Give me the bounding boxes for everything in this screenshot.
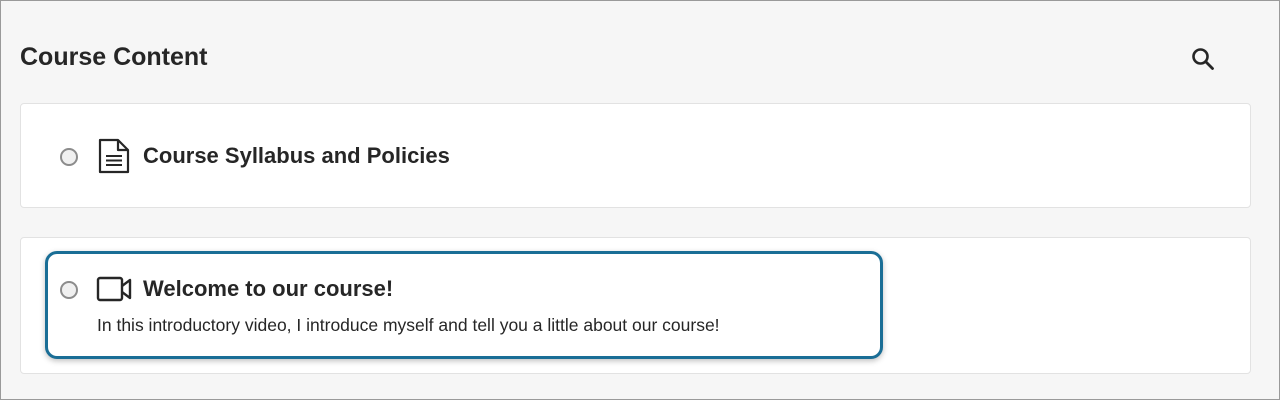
document-icon: [98, 138, 130, 174]
page-title: Course Content: [20, 43, 208, 71]
item-title-link[interactable]: Welcome to our course!: [143, 275, 393, 303]
course-content-panel: Course Content Course Syllabus and Polic…: [0, 0, 1280, 400]
item-description: In this introductory video, I introduce …: [97, 315, 720, 335]
video-icon: [96, 276, 132, 302]
focus-highlight: [45, 251, 883, 359]
search-button[interactable]: [1187, 43, 1219, 75]
item-radio[interactable]: [60, 148, 78, 166]
item-title-link[interactable]: Course Syllabus and Policies: [143, 142, 450, 170]
item-radio[interactable]: [60, 281, 78, 299]
search-icon: [1192, 48, 1214, 70]
